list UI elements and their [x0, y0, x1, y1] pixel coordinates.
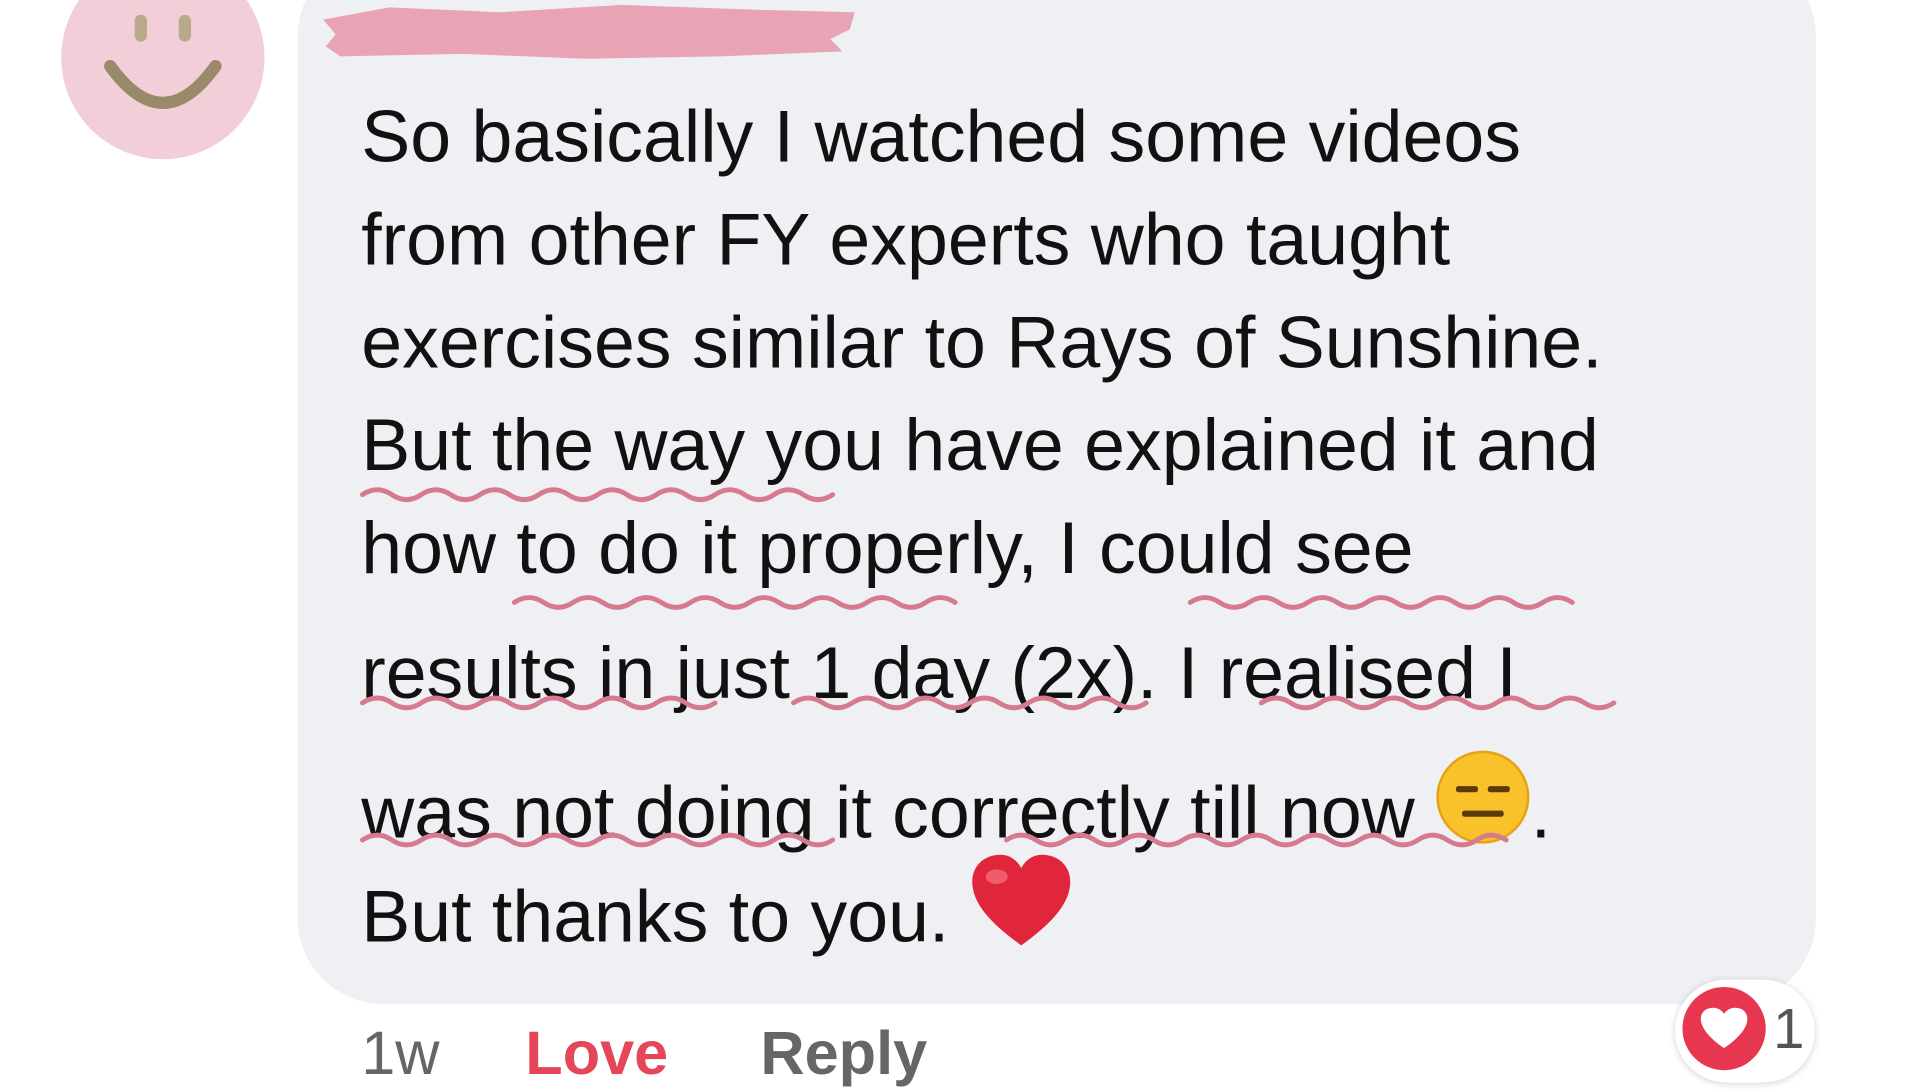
red-heart-emoji — [970, 852, 1073, 977]
comment-line-text: was not doing it correctly till now — [361, 771, 1415, 854]
comment-thread: So basically I watched some videos from … — [0, 0, 1913, 1087]
user-avatar[interactable] — [61, 0, 265, 160]
smiley-avatar-icon — [104, 14, 222, 109]
comment-line: results in just 1 day (2x). I realised I — [361, 631, 1517, 714]
comment-line: how to do it properly, I could see — [361, 506, 1414, 589]
comment-line-text: But thanks to you. — [361, 875, 950, 958]
comment-line: from other FY experts who taught — [361, 198, 1451, 281]
redacted-username — [323, 4, 855, 59]
reply-button[interactable]: Reply — [760, 1016, 927, 1089]
comment-timestamp: 1w — [361, 1018, 440, 1088]
comment-line: But the way you have explained it and — [361, 404, 1599, 487]
reaction-summary[interactable]: 1 — [1675, 979, 1815, 1083]
comment-body: So basically I watched some videos from … — [361, 86, 1788, 963]
comment-line: So basically I watched some videos — [361, 95, 1522, 178]
love-button[interactable]: Love — [525, 1016, 668, 1089]
comment-line-period: . — [1530, 771, 1552, 854]
expressionless-face-emoji — [1435, 749, 1531, 871]
comment-line-with-emoji: But thanks to you. — [361, 854, 1788, 963]
reaction-count: 1 — [1773, 996, 1805, 1061]
comment-line: exercises similar to Rays of Sunshine. — [361, 301, 1603, 384]
heart-reaction-icon — [1682, 986, 1766, 1071]
comment-line-with-emoji: was not doing it correctly till now . — [361, 750, 1788, 860]
